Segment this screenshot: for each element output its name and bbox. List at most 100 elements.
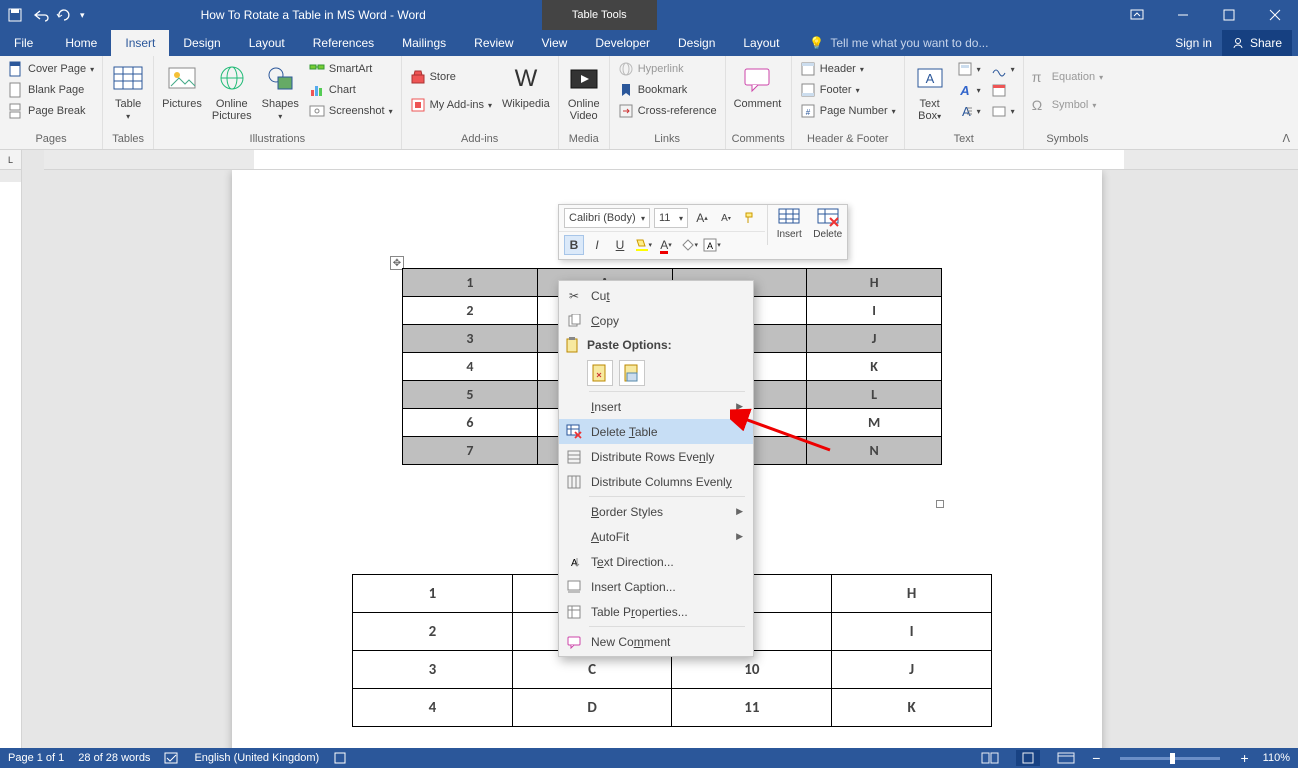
page-break-button[interactable]: Page Break — [6, 102, 96, 120]
context-autofit[interactable]: AutoFit▶ — [559, 524, 753, 549]
links-group-label: Links — [616, 133, 719, 147]
italic-button[interactable]: I — [587, 235, 607, 255]
wordart-button[interactable]: A▾ — [955, 81, 983, 99]
tab-mailings[interactable]: Mailings — [388, 30, 460, 56]
horizontal-ruler[interactable] — [44, 150, 1298, 170]
table-button[interactable]: Table▾ — [109, 60, 147, 125]
zoom-level[interactable]: 110% — [1263, 752, 1290, 764]
context-distribute-cols[interactable]: Distribute Columns Evenly — [559, 469, 753, 494]
read-mode-icon[interactable] — [978, 750, 1002, 766]
context-insert-caption[interactable]: Insert Caption... — [559, 574, 753, 599]
cut-icon: ✂ — [565, 287, 583, 305]
date-time-button[interactable] — [989, 81, 1017, 99]
bookmark-button[interactable]: Bookmark — [616, 81, 719, 99]
tab-home[interactable]: Home — [51, 30, 111, 56]
status-language[interactable]: English (United Kingdom) — [194, 752, 319, 764]
font-size-selector[interactable]: 11 ▾ — [654, 208, 688, 228]
undo-icon[interactable] — [32, 8, 46, 22]
drop-cap-button[interactable]: A▾ — [955, 102, 983, 120]
table-resize-handle[interactable] — [936, 500, 944, 508]
my-addins-button[interactable]: My Add-ins ▾ — [408, 96, 494, 114]
tab-references[interactable]: References — [299, 30, 388, 56]
cross-reference-button[interactable]: Cross-reference — [616, 102, 719, 120]
highlight-button[interactable]: ▾ — [633, 235, 653, 255]
object-button[interactable]: ▾ — [989, 102, 1017, 120]
screenshot-button[interactable]: Screenshot ▾ — [307, 102, 395, 120]
tab-insert[interactable]: Insert — [111, 30, 169, 56]
tab-developer[interactable]: Developer — [581, 30, 664, 56]
shading-button[interactable]: ▾ — [679, 235, 699, 255]
tell-me-search[interactable]: 💡 Tell me what you want to do... — [793, 30, 1175, 56]
zoom-in-button[interactable]: + — [1240, 750, 1248, 766]
quick-parts-button[interactable]: ▾ — [955, 60, 983, 78]
macro-recording-icon[interactable] — [333, 751, 347, 765]
styles-button[interactable]: A▾ — [702, 235, 722, 255]
underline-button[interactable]: U — [610, 235, 630, 255]
signature-line-button[interactable]: ▾ — [989, 60, 1017, 78]
spellcheck-icon[interactable] — [164, 751, 180, 765]
minimize-button[interactable] — [1160, 0, 1206, 30]
context-insert[interactable]: Insert▶ — [559, 394, 753, 419]
mini-delete-button[interactable]: Delete — [808, 205, 847, 259]
delete-table-menu-icon — [565, 423, 583, 441]
maximize-button[interactable] — [1206, 0, 1252, 30]
mini-insert-button[interactable]: Insert — [770, 205, 809, 259]
tab-table-layout[interactable]: Layout — [729, 30, 793, 56]
equation-button[interactable]: πEquation ▾ — [1030, 68, 1105, 86]
bold-button[interactable]: B — [564, 235, 584, 255]
vertical-ruler[interactable] — [0, 170, 22, 748]
print-layout-icon[interactable] — [1016, 750, 1040, 766]
status-words[interactable]: 28 of 28 words — [78, 752, 150, 764]
hyperlink-button[interactable]: Hyperlink — [616, 60, 719, 78]
footer-button[interactable]: Footer ▾ — [798, 81, 898, 99]
cover-page-button[interactable]: Cover Page ▾ — [6, 60, 96, 78]
header-button[interactable]: Header ▾ — [798, 60, 898, 78]
shrink-font-icon[interactable]: A▾ — [716, 208, 736, 228]
tab-file[interactable]: File — [0, 30, 47, 56]
status-page[interactable]: Page 1 of 1 — [8, 752, 64, 764]
page-number-button[interactable]: #Page Number ▾ — [798, 102, 898, 120]
font-color-button[interactable]: A▾ — [656, 235, 676, 255]
context-text-direction[interactable]: AText Direction... — [559, 549, 753, 574]
context-border-styles[interactable]: Border Styles▶ — [559, 499, 753, 524]
share-button[interactable]: Share — [1222, 30, 1292, 56]
symbol-button[interactable]: ΩSymbol ▾ — [1030, 96, 1105, 114]
paste-picture[interactable] — [619, 360, 645, 386]
tab-review[interactable]: Review — [460, 30, 527, 56]
collapse-ribbon-icon[interactable]: ᐱ — [1282, 132, 1290, 145]
chart-button[interactable]: Chart — [307, 81, 395, 99]
wikipedia-button[interactable]: WWikipedia — [500, 60, 552, 112]
format-painter-icon[interactable] — [740, 208, 760, 228]
zoom-slider[interactable] — [1120, 757, 1220, 760]
paste-keep-formatting[interactable] — [587, 360, 613, 386]
zoom-out-button[interactable]: − — [1092, 750, 1100, 766]
online-pictures-button[interactable]: Online Pictures — [210, 60, 254, 124]
context-cut[interactable]: ✂Cut — [559, 283, 753, 308]
shapes-button[interactable]: Shapes▾ — [260, 60, 301, 125]
grow-font-icon[interactable]: A▴ — [692, 208, 712, 228]
context-new-comment[interactable]: New Comment — [559, 629, 753, 654]
store-button[interactable]: Store — [408, 68, 494, 86]
pictures-button[interactable]: Pictures — [160, 60, 204, 112]
textbox-button[interactable]: AText Box▾ — [911, 60, 949, 125]
context-copy[interactable]: Copy — [559, 308, 753, 333]
save-icon[interactable] — [8, 8, 22, 22]
redo-icon[interactable] — [56, 8, 70, 22]
sign-in-link[interactable]: Sign in — [1175, 36, 1212, 50]
web-layout-icon[interactable] — [1054, 750, 1078, 766]
tab-table-design[interactable]: Design — [664, 30, 729, 56]
comment-button[interactable]: Comment — [732, 60, 784, 112]
context-distribute-rows[interactable]: Distribute Rows Evenly — [559, 444, 753, 469]
blank-page-button[interactable]: Blank Page — [6, 81, 96, 99]
ribbon-display-options-icon[interactable] — [1114, 0, 1160, 30]
tab-design[interactable]: Design — [169, 30, 234, 56]
bookmark-icon — [618, 82, 634, 98]
close-button[interactable] — [1252, 0, 1298, 30]
font-selector[interactable]: Calibri (Body) ▾ — [564, 208, 650, 228]
context-delete-table[interactable]: Delete Table — [559, 419, 753, 444]
context-table-properties[interactable]: Table Properties... — [559, 599, 753, 624]
tab-view[interactable]: View — [528, 30, 582, 56]
online-video-button[interactable]: Online Video — [565, 60, 603, 124]
tab-layout[interactable]: Layout — [235, 30, 299, 56]
smartart-button[interactable]: SmartArt — [307, 60, 395, 78]
